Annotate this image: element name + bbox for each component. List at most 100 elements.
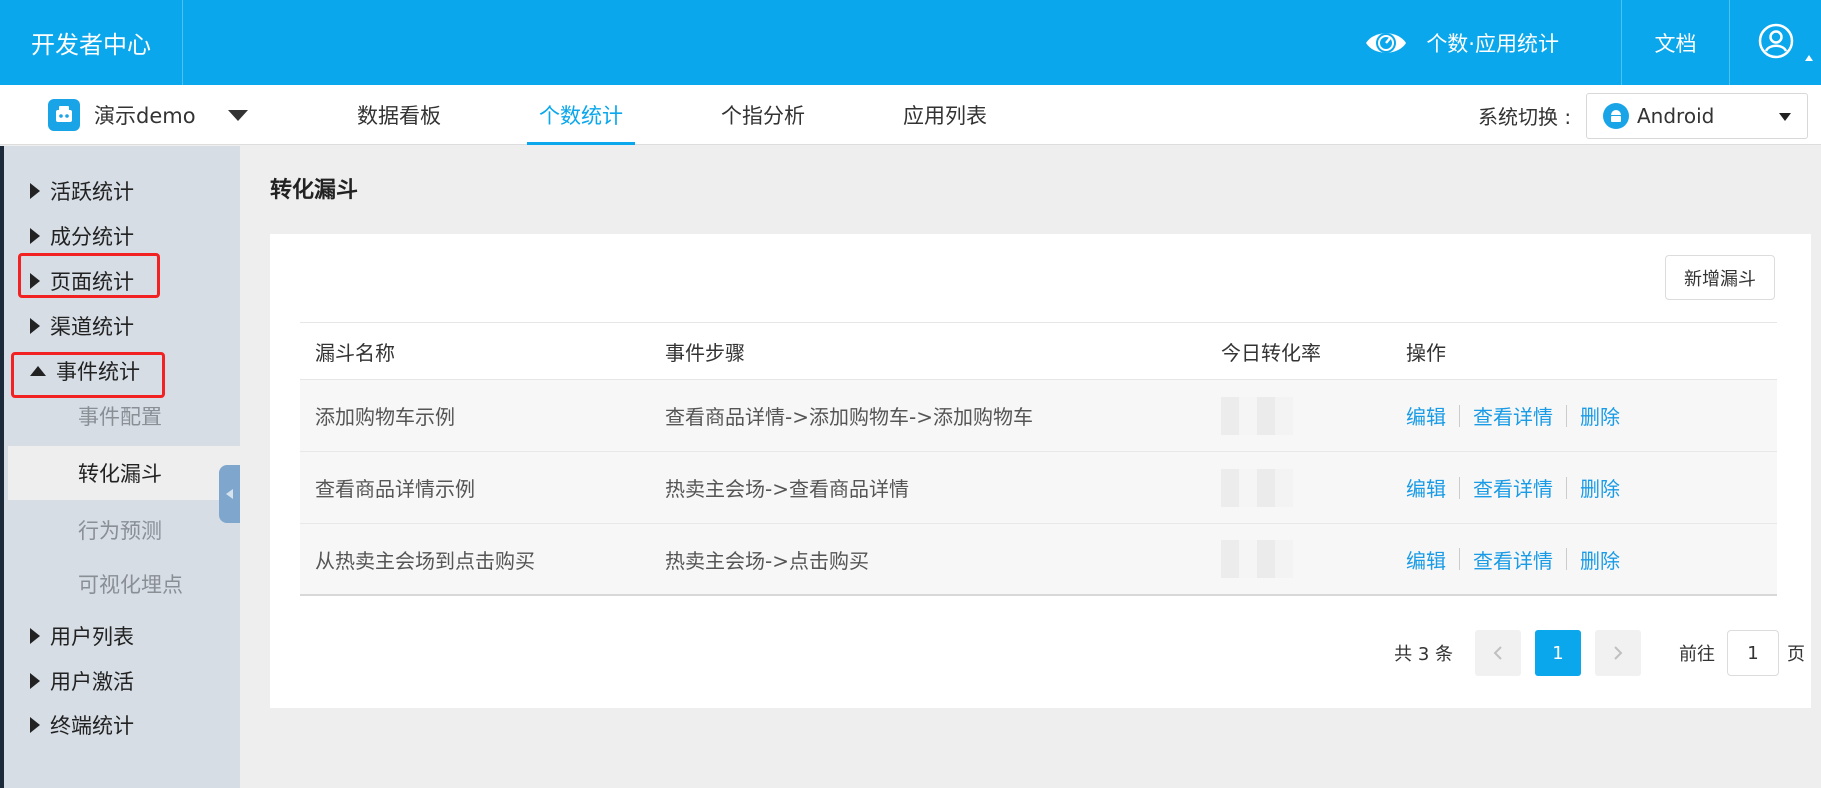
page-title: 转化漏斗: [270, 178, 359, 203]
view-detail-link[interactable]: 查看详情: [1473, 473, 1553, 502]
chevron-right-icon: [1614, 646, 1623, 660]
collapse-left-icon: [226, 489, 233, 499]
expand-arrow-icon: [30, 717, 40, 733]
sidebar-subitem-visual-tracking[interactable]: 可视化埋点: [8, 557, 244, 611]
app-logo-icon: [48, 99, 80, 131]
view-detail-link[interactable]: 查看详情: [1473, 545, 1553, 574]
sidebar-subitem-conversion-funnel[interactable]: 转化漏斗: [8, 446, 244, 500]
conversion-rate: [1206, 540, 1391, 578]
sidebar-item-channel-stats[interactable]: 渠道统计: [30, 311, 134, 341]
column-header: 今日转化率: [1221, 340, 1321, 365]
user-menu[interactable]: [1729, 0, 1821, 85]
sidebar: 活跃统计 成分统计 页面统计 渠道统计 事件统计 事件配置 转化漏斗 行为预测 …: [0, 146, 244, 788]
eye-icon: [1364, 26, 1408, 60]
sub-navbar: 演示demo 数据看板 个数统计 个指分析 应用列表 系统切换 : Androi…: [0, 85, 1821, 145]
divider: [1459, 548, 1460, 570]
system-select[interactable]: Android: [1586, 93, 1808, 139]
table-row: 从热卖主会场到点击购买 热卖主会场->点击购买 编辑 查看详情 删除: [300, 524, 1777, 596]
sidebar-item-label: 活跃统计: [50, 180, 134, 204]
funnel-panel: 新增漏斗 漏斗名称 事件步骤 今日转化率 操作 添加购物车示例 查看商品详情->…: [270, 234, 1811, 708]
funnel-name: 查看商品详情示例: [315, 477, 475, 501]
highlight-box-event-stats: [11, 352, 165, 398]
product-link[interactable]: 个数·应用统计: [1364, 0, 1621, 85]
brand-title[interactable]: 开发者中心: [0, 0, 183, 85]
sidebar-item-label: 渠道统计: [50, 315, 134, 339]
redacted-value: [1221, 540, 1293, 578]
product-name: 个数·应用统计: [1426, 31, 1559, 56]
tab-dashboard[interactable]: 数据看板: [345, 85, 453, 145]
divider: [1459, 404, 1460, 427]
expand-arrow-icon: [30, 228, 40, 244]
table-row: 查看商品详情示例 热卖主会场->查看商品详情 编辑 查看详情 删除: [300, 452, 1777, 524]
chevron-left-icon: [1493, 646, 1502, 660]
view-detail-link[interactable]: 查看详情: [1473, 401, 1553, 430]
chevron-down-icon[interactable]: [227, 109, 248, 121]
sidebar-item-label: 终端统计: [50, 714, 134, 738]
conversion-rate: [1206, 396, 1391, 435]
header-right: 个数·应用统计 文档: [1364, 0, 1821, 85]
next-page-button[interactable]: [1595, 630, 1641, 676]
page-number-button[interactable]: 1: [1535, 630, 1581, 676]
column-header: 事件步骤: [665, 340, 745, 365]
sidebar-item-user-list[interactable]: 用户列表: [30, 621, 134, 651]
user-caret-icon: [1805, 55, 1813, 61]
highlight-box-page-stats: [18, 253, 160, 298]
expand-arrow-icon: [30, 183, 40, 199]
divider: [1566, 548, 1567, 570]
sidebar-item-component-stats[interactable]: 成分统计: [30, 221, 134, 251]
goto-page-input[interactable]: 1: [1727, 630, 1779, 676]
system-value: Android: [1637, 104, 1715, 128]
sidebar-item-label: 用户列表: [50, 625, 134, 649]
divider: [1566, 476, 1567, 499]
column-header: 操作: [1406, 340, 1446, 365]
sidebar-item-user-activation[interactable]: 用户激活: [30, 666, 134, 696]
divider: [1459, 476, 1460, 499]
expand-arrow-icon: [30, 628, 40, 644]
sidebar-item-active-stats[interactable]: 活跃统计: [30, 176, 134, 206]
row-actions: 编辑 查看详情 删除: [1391, 473, 1777, 502]
funnel-name: 添加购物车示例: [315, 405, 455, 429]
table-row: 添加购物车示例 查看商品详情->添加购物车->添加购物车 编辑 查看详情 删除: [300, 380, 1777, 452]
funnel-steps: 热卖主会场->点击购买: [665, 548, 869, 573]
app-name: 演示demo: [94, 104, 196, 128]
pagination: 共 3 条 1 前往 1 页: [1394, 630, 1805, 676]
edit-link[interactable]: 编辑: [1406, 545, 1446, 574]
edit-link[interactable]: 编辑: [1406, 473, 1446, 502]
sidebar-item-label: 用户激活: [50, 670, 134, 694]
funnel-steps: 查看商品详情->添加购物车->添加购物车: [665, 405, 1033, 429]
sidebar-subitem-behavior-prediction[interactable]: 行为预测: [8, 503, 244, 557]
tab-analysis[interactable]: 个指分析: [709, 85, 817, 145]
sidebar-collapse-handle[interactable]: [219, 465, 240, 523]
expand-arrow-icon: [30, 673, 40, 689]
delete-link[interactable]: 删除: [1580, 545, 1620, 574]
redacted-value: [1221, 468, 1293, 507]
tab-app-list[interactable]: 应用列表: [891, 85, 999, 145]
nav-tabs: 数据看板 个数统计 个指分析 应用列表: [345, 85, 1073, 145]
total-count: 共 3 条: [1394, 644, 1453, 665]
chevron-down-icon: [1779, 113, 1791, 121]
app-selector[interactable]: 演示demo: [48, 85, 248, 145]
conversion-rate: [1206, 468, 1391, 507]
prev-page-button[interactable]: [1475, 630, 1521, 676]
delete-link[interactable]: 删除: [1580, 401, 1620, 430]
column-header: 漏斗名称: [315, 340, 395, 365]
expand-arrow-icon: [30, 318, 40, 334]
sidebar-item-label: 成分统计: [50, 225, 134, 249]
tab-stats[interactable]: 个数统计: [527, 85, 635, 145]
add-funnel-button[interactable]: 新增漏斗: [1665, 255, 1775, 300]
sidebar-item-device-stats[interactable]: 终端统计: [30, 710, 134, 740]
table-header: 漏斗名称 事件步骤 今日转化率 操作: [300, 322, 1777, 380]
user-icon: [1758, 23, 1794, 63]
page-unit-label: 页: [1787, 644, 1805, 665]
docs-link[interactable]: 文档: [1621, 0, 1729, 85]
delete-link[interactable]: 删除: [1580, 473, 1620, 502]
system-switch-label: 系统切换 :: [1478, 104, 1572, 129]
android-icon: [1603, 103, 1629, 129]
row-actions: 编辑 查看详情 删除: [1391, 401, 1777, 430]
funnel-name: 从热卖主会场到点击购买: [315, 548, 535, 573]
top-header: 开发者中心 个数·应用统计 文档: [0, 0, 1821, 85]
edit-link[interactable]: 编辑: [1406, 401, 1446, 430]
funnel-table: 漏斗名称 事件步骤 今日转化率 操作 添加购物车示例 查看商品详情->添加购物车…: [300, 322, 1777, 596]
redacted-value: [1221, 396, 1293, 435]
row-actions: 编辑 查看详情 删除: [1391, 545, 1777, 574]
